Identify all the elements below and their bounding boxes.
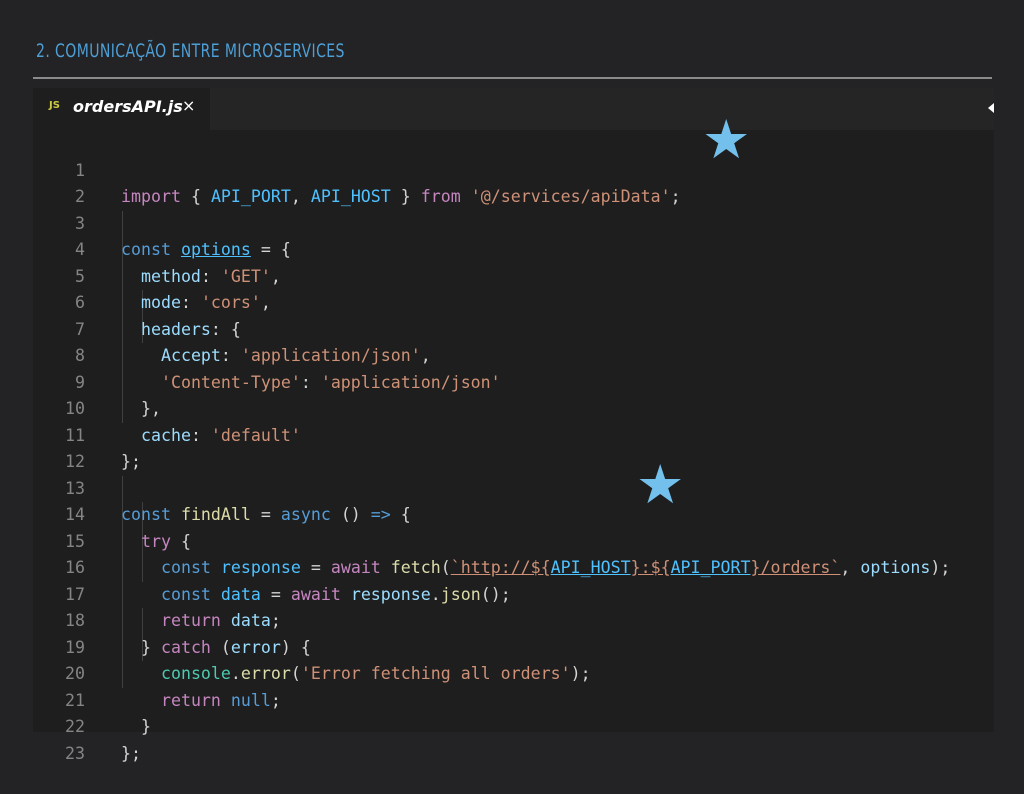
tab-bar: JS ordersAPI.js × — [33, 88, 994, 130]
star-icon: ★ — [636, 453, 685, 516]
code-line: 1 import { API_PORT, API_HOST } from '@/… — [33, 131, 994, 207]
javascript-file-icon: JS — [49, 100, 60, 111]
code-line: 5 mode: 'cors', — [33, 237, 994, 313]
close-icon[interactable]: × — [182, 96, 195, 115]
line-number: 23 — [65, 743, 85, 763]
code-line: 13 const findAll = async () => { — [33, 449, 994, 525]
slide-title: 2. COMUNICAÇÃO ENTRE MICROSERVICES — [36, 40, 345, 62]
code-line: 15 const response = await fetch(`http://… — [33, 502, 994, 578]
code-line: 2 — [33, 158, 994, 206]
code-editor: JS ordersAPI.js × 1 import { API_PORT, A… — [33, 88, 994, 763]
scroll-left-icon[interactable] — [988, 103, 994, 113]
code-line: 19 console.error('Error fetching all ord… — [33, 608, 994, 684]
code-line: 3 const options = { — [33, 184, 994, 260]
code-line: 9 }, — [33, 343, 994, 419]
tab-orders-api[interactable]: JS ordersAPI.js × — [33, 88, 210, 130]
code-line: 10 cache: 'default' — [33, 370, 994, 445]
code-line: 16 const data = await response.json(); — [33, 529, 994, 604]
code-line: 8 'Content-Type': 'application/json' — [33, 317, 994, 392]
code-line: 22 }; — [33, 688, 994, 763]
code-text: }; — [121, 743, 141, 763]
code-line: 18 } catch (error) { — [33, 582, 994, 657]
code-line: 17 return data; — [33, 555, 994, 631]
code-line: 7 Accept: 'application/json', — [33, 290, 994, 366]
code-line: 4 method: 'GET', — [33, 211, 994, 286]
title-divider — [33, 77, 992, 79]
code-line: 21 } — [33, 661, 994, 737]
code-line: 12 — [33, 423, 994, 471]
code-line: 6 headers: { — [33, 264, 994, 339]
code-line: 20 return null; — [33, 635, 994, 710]
code-line: 11 }; — [33, 396, 994, 472]
tab-file-name: ordersAPI.js — [73, 97, 183, 116]
code-area[interactable]: 1 import { API_PORT, API_HOST } from '@/… — [33, 131, 994, 763]
star-icon: ★ — [702, 108, 751, 171]
code-line: 23 — [33, 714, 994, 763]
code-line: 14 try { — [33, 476, 994, 551]
